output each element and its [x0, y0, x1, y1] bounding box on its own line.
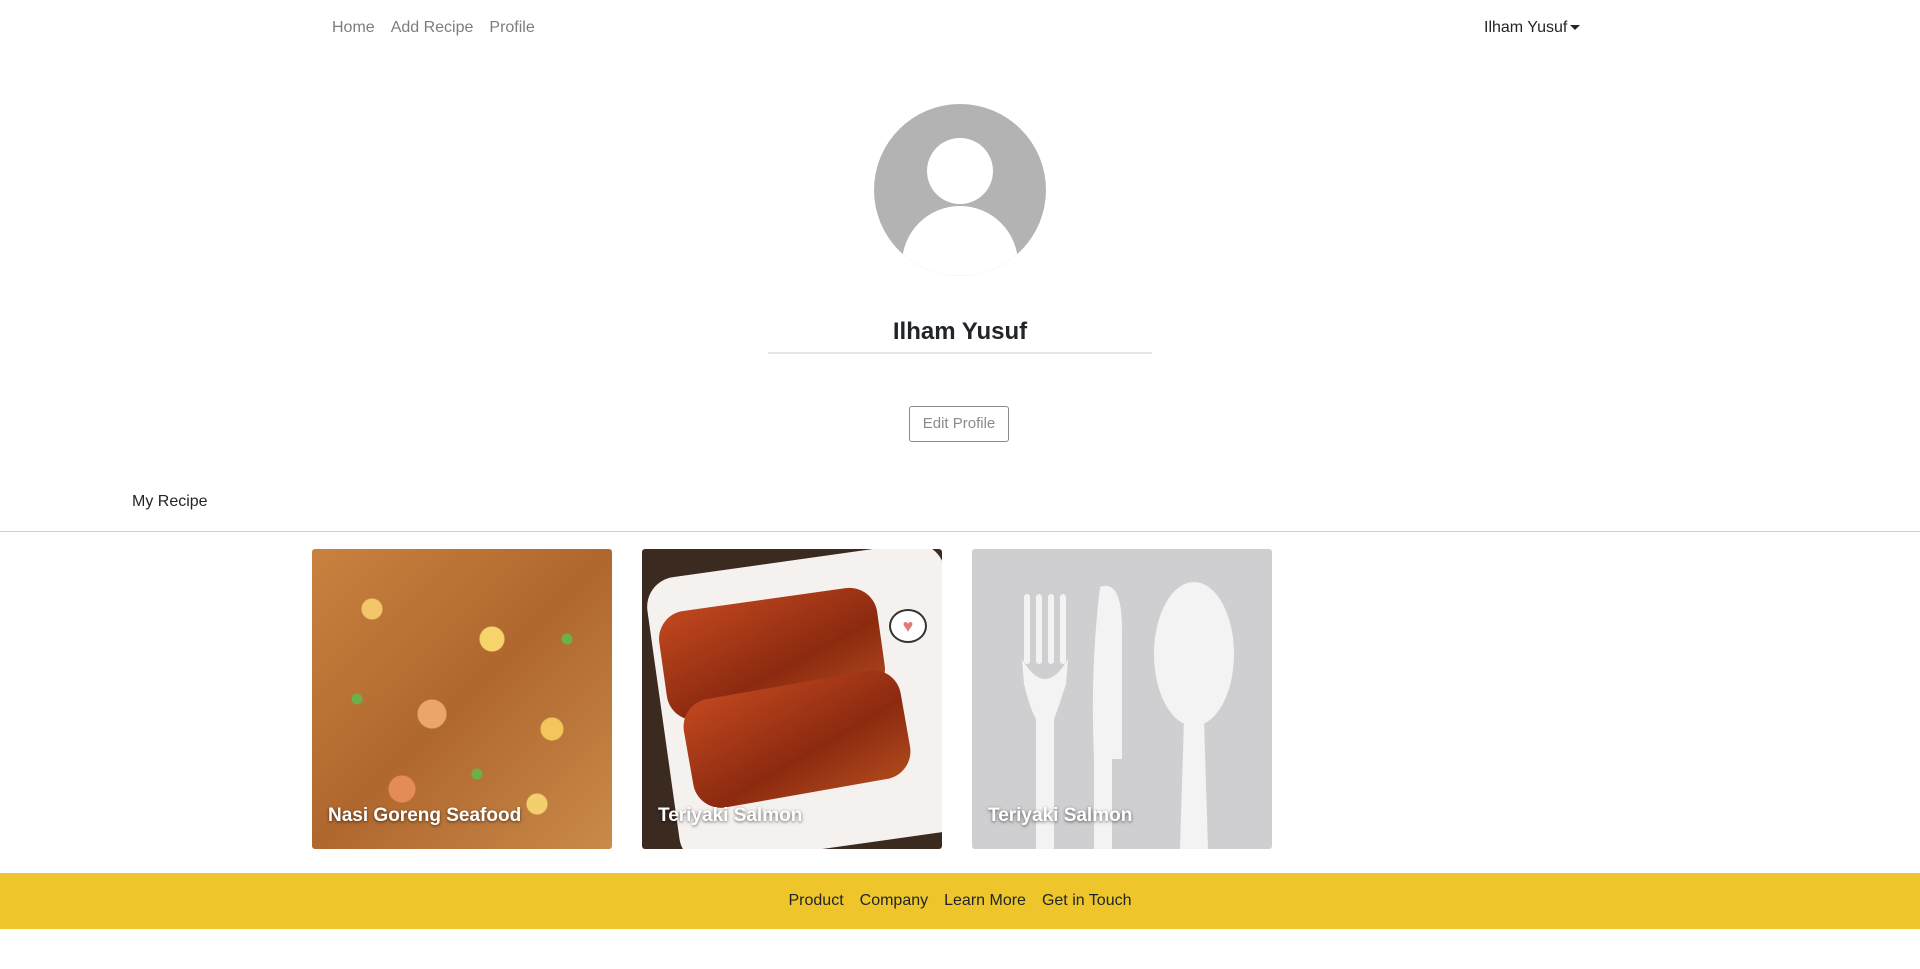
avatar — [874, 104, 1046, 276]
recipe-card-title: Nasi Goreng Seafood — [328, 805, 522, 826]
nav-profile-link[interactable]: Profile — [481, 18, 542, 38]
recipe-card-title: Teriyaki Salmon — [988, 805, 1133, 826]
avatar-body — [902, 206, 1018, 276]
recipe-card[interactable]: Teriyaki Salmon — [972, 549, 1272, 849]
divider — [0, 531, 1920, 532]
recipe-card[interactable]: ♥ Teriyaki Salmon — [642, 549, 942, 849]
profile-name: Ilham Yusuf — [892, 318, 1028, 345]
user-name: Ilham Yusuf — [1484, 19, 1568, 36]
footer: Product Company Learn More Get in Touch — [0, 873, 1920, 929]
profile-name-container: Ilham Yusuf — [768, 314, 1152, 354]
nav-links: Home Add Recipe Profile — [324, 18, 543, 38]
favorite-button[interactable]: ♥ — [889, 609, 927, 643]
recipe-card-title: Teriyaki Salmon — [658, 805, 803, 826]
footer-learn-more-link[interactable]: Learn More — [936, 892, 1034, 910]
heart-icon: ♥ — [902, 616, 914, 636]
footer-product-link[interactable]: Product — [781, 892, 852, 910]
footer-get-in-touch-link[interactable]: Get in Touch — [1034, 892, 1140, 910]
nav-home-link[interactable]: Home — [324, 18, 383, 38]
nav-add-recipe-link[interactable]: Add Recipe — [383, 18, 482, 38]
footer-company-link[interactable]: Company — [852, 892, 936, 910]
user-dropdown[interactable]: Ilham Yusuf — [1484, 18, 1581, 38]
avatar-head — [927, 138, 993, 204]
my-recipe-title: My Recipe — [132, 493, 208, 510]
utensils-placeholder-icon — [1022, 582, 1234, 849]
navbar: Home Add Recipe Profile Ilham Yusuf — [0, 0, 1920, 56]
recipe-card[interactable]: Nasi Goreng Seafood — [312, 549, 612, 849]
caret-down-icon — [1570, 24, 1581, 30]
edit-profile-button[interactable]: Edit Profile — [909, 406, 1009, 442]
